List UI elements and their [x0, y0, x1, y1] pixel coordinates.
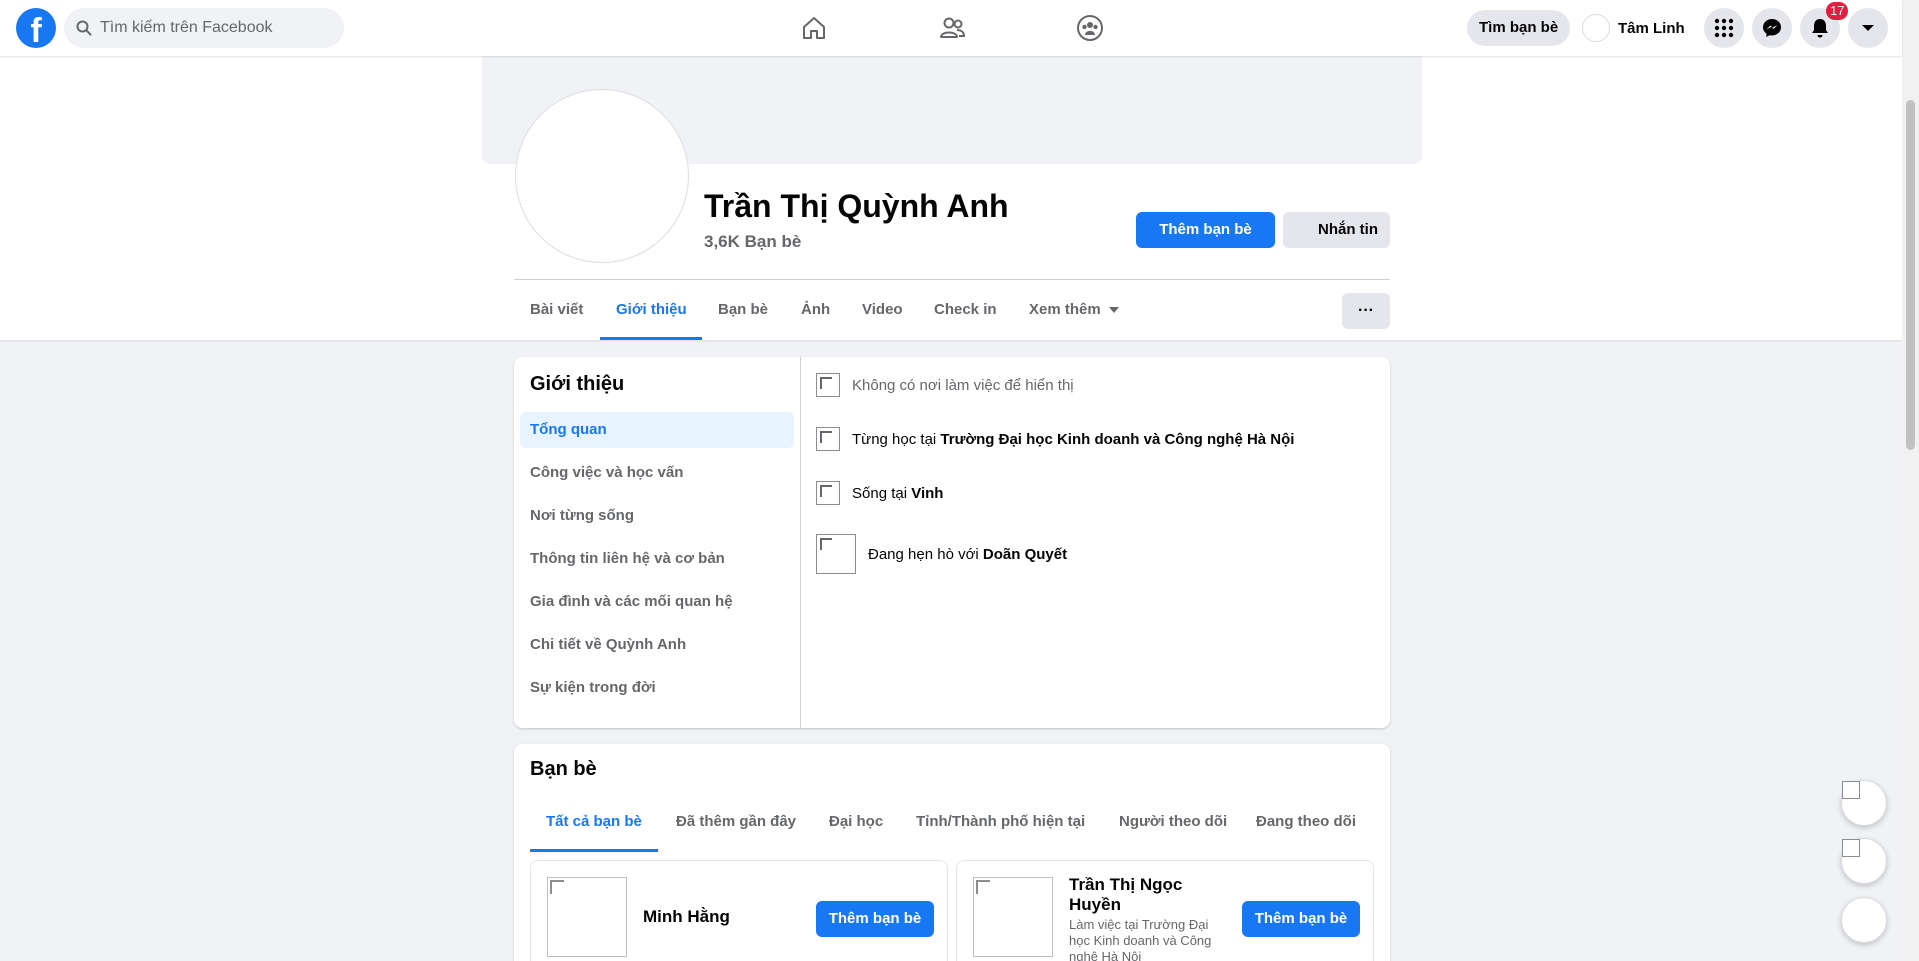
about-nav-places-lived[interactable]: Nơi từng sống — [520, 498, 794, 534]
account-menu-chevron-down-icon[interactable] — [1848, 8, 1888, 48]
search-box[interactable] — [64, 8, 344, 48]
page-scrollbar-thumb[interactable] — [1906, 100, 1915, 450]
top-navigation-bar: f Tìm bạn bè Tâm Linh — [0, 0, 1902, 56]
profile-friends-count[interactable]: 3,6K Bạn bè — [704, 232, 801, 252]
profile-header: Trần Thị Quỳnh Anh 3,6K Bạn bè Thêm bạn … — [0, 56, 1902, 340]
about-nav-contact-basic-info[interactable]: Thông tin liên hệ và cơ bản — [520, 541, 794, 577]
friends-card: Bạn bè Tất cả bạn bè Đã thêm gần đây Đại… — [514, 744, 1390, 961]
chat-head-contact[interactable] — [1841, 838, 1887, 884]
friend-photo[interactable] — [547, 877, 627, 957]
new-message-button[interactable] — [1841, 897, 1887, 943]
about-nav-life-events[interactable]: Sự kiện trong đời — [520, 670, 794, 706]
tab-posts[interactable]: Bài viết — [530, 292, 583, 340]
friend-name[interactable]: Minh Hằng — [643, 907, 730, 927]
friend-photo[interactable] — [973, 877, 1053, 957]
friend-subtitle: Làm việc tại Trường Đại học Kinh doanh v… — [1069, 917, 1212, 961]
more-options-button[interactable]: ··· — [1342, 293, 1390, 329]
about-lives-row: Sống tại Vinh — [816, 481, 943, 505]
friend-add-button[interactable]: Thêm bạn bè — [1242, 901, 1360, 937]
friend-add-button[interactable]: Thêm bạn bè — [816, 901, 934, 937]
caret-down-icon — [1108, 307, 1119, 314]
tab-friends[interactable]: Bạn bè — [718, 292, 768, 340]
header-divider — [514, 279, 1390, 280]
about-education-prefix: Từng học tại — [852, 430, 941, 448]
tab-photos[interactable]: Ảnh — [801, 292, 830, 340]
about-nav-work-education[interactable]: Công việc và học vấn — [520, 455, 794, 491]
search-input[interactable] — [100, 8, 336, 48]
about-nav-overview[interactable]: Tổng quan — [520, 412, 794, 448]
facebook-logo[interactable]: f — [16, 8, 56, 48]
profile-name: Trần Thị Quỳnh Anh — [704, 188, 1009, 224]
about-education-school-link[interactable]: Trường Đại học Kinh doanh và Công nghệ H… — [940, 431, 1294, 448]
tab-see-more-label: Xem thêm — [1029, 301, 1101, 318]
tab-videos[interactable]: Video — [862, 292, 903, 340]
about-work-row: Không có nơi làm việc để hiển thị — [816, 373, 1074, 397]
about-relationship-prefix: Đang hẹn hò với — [868, 545, 983, 563]
avatar — [1582, 14, 1610, 42]
friends-tab-university[interactable]: Đại học — [813, 802, 899, 852]
notifications-count-badge: 17 — [1826, 2, 1849, 20]
home-icon[interactable] — [798, 12, 830, 44]
chat-head-image-icon — [1842, 839, 1860, 857]
current-user-profile[interactable]: Tâm Linh — [1582, 12, 1685, 44]
groups-icon[interactable] — [1074, 12, 1106, 44]
friend-name[interactable]: Trần Thị Ngọc Huyền — [1069, 875, 1229, 915]
about-work-text: Không có nơi làm việc để hiển thị — [852, 376, 1074, 394]
friends-tab-following[interactable]: Đang theo dõi — [1240, 802, 1372, 852]
work-icon — [816, 373, 840, 397]
menu-grid-icon[interactable] — [1704, 8, 1744, 48]
friends-tab-all[interactable]: Tất cả bạn bè — [530, 802, 658, 852]
messenger-icon[interactable] — [1752, 8, 1792, 48]
chat-head-contact[interactable] — [1841, 780, 1887, 826]
about-nav-family-relationships[interactable]: Gia đình và các mối quan hệ — [520, 584, 794, 620]
about-lives-prefix: Sống tại — [852, 484, 912, 502]
about-title: Giới thiệu — [530, 373, 625, 395]
profile-picture[interactable] — [516, 90, 688, 262]
friends-tab-current-city[interactable]: Tỉnh/Thành phố hiện tại — [900, 802, 1101, 852]
partner-avatar[interactable] — [816, 534, 856, 574]
tab-see-more[interactable]: Xem thêm — [1029, 292, 1119, 340]
current-user-name: Tâm Linh — [1618, 19, 1685, 37]
tab-about[interactable]: Giới thiệu — [600, 292, 702, 340]
about-card: Giới thiệu Tổng quan Công việc và học vấ… — [514, 357, 1390, 728]
friends-tab-followers[interactable]: Người theo dõi — [1103, 802, 1243, 852]
about-relationship-partner-link[interactable]: Doãn Quyết — [983, 546, 1067, 563]
message-button[interactable]: Nhắn tin — [1283, 212, 1390, 248]
about-education-row: Từng học tại Trường Đại học Kinh doanh v… — [816, 427, 1294, 451]
home-location-icon — [816, 481, 840, 505]
chat-head-image-icon — [1842, 781, 1860, 799]
about-lives-city-link[interactable]: Vinh — [911, 485, 943, 502]
find-friends-button[interactable]: Tìm bạn bè — [1467, 10, 1571, 46]
friend-item: Minh Hằng Thêm bạn bè — [530, 860, 948, 961]
about-nav-details[interactable]: Chi tiết về Quỳnh Anh — [520, 627, 794, 663]
about-sidebar: Giới thiệu Tổng quan Công việc và học vấ… — [514, 357, 801, 728]
friends-title: Bạn bè — [530, 758, 597, 780]
friend-item: Trần Thị Ngọc Huyền Làm việc tại Trường … — [956, 860, 1374, 961]
add-friend-button[interactable]: Thêm bạn bè — [1136, 212, 1275, 248]
friends-icon[interactable] — [936, 12, 968, 44]
search-icon — [76, 20, 92, 36]
friends-tab-recent[interactable]: Đã thêm gần đây — [660, 802, 812, 852]
about-relationship-row: Đang hẹn hò với Doãn Quyết — [816, 534, 1067, 574]
tab-check-in[interactable]: Check in — [934, 292, 997, 340]
education-icon — [816, 427, 840, 451]
